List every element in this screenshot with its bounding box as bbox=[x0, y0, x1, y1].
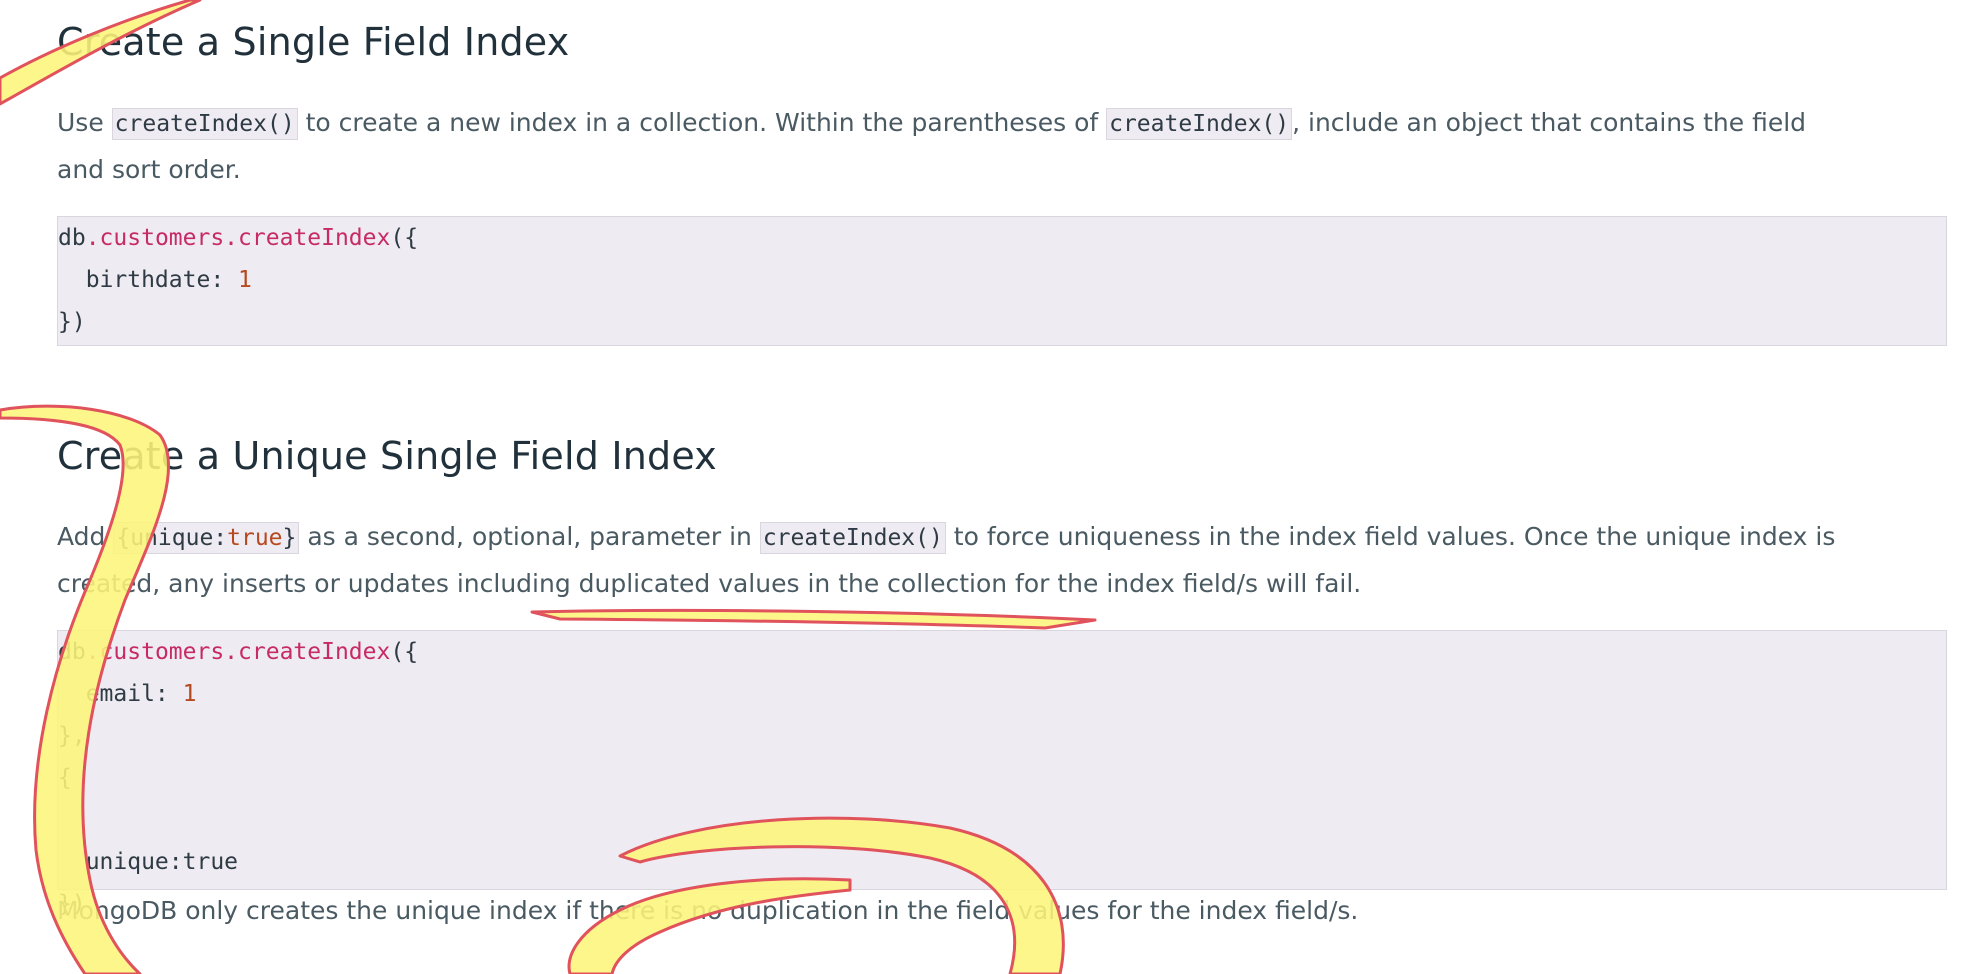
inline-code: {unique:true} bbox=[113, 522, 300, 554]
code-token: } bbox=[282, 525, 297, 551]
code-keyword-token: true bbox=[227, 525, 283, 551]
code-token: db bbox=[58, 639, 86, 665]
code-token: email: bbox=[58, 681, 183, 707]
code-line: birthdate: 1 bbox=[58, 259, 1946, 301]
code-token: {unique: bbox=[116, 525, 228, 551]
code-token: ({ bbox=[390, 639, 419, 665]
code-block-single-index[interactable]: db.customers.createIndex({ birthdate: 1}… bbox=[57, 216, 1947, 346]
code-line: db.customers.createIndex({ bbox=[58, 217, 1946, 259]
code-token: ({ bbox=[390, 225, 419, 251]
code-line: }) bbox=[58, 309, 86, 335]
code-method-token: .customers.createIndex bbox=[85, 639, 391, 665]
code-line: db.customers.createIndex({ bbox=[58, 631, 1946, 673]
paragraph-text: and sort order. bbox=[57, 155, 241, 184]
paragraph-text: Add bbox=[57, 522, 114, 551]
unique-index-note: MongoDB only creates the unique index if… bbox=[57, 896, 1359, 925]
code-number-token: 1 bbox=[182, 681, 197, 707]
paragraph-create-index: Use createIndex() to create a new index … bbox=[57, 100, 1806, 192]
inline-code: createIndex() bbox=[759, 522, 946, 554]
paragraph-text: , include an object that contains the fi… bbox=[1292, 108, 1807, 137]
code-line: }, bbox=[58, 723, 86, 749]
paragraph-unique-index: Add {unique:true} as a second, optional,… bbox=[57, 514, 1835, 606]
section-heading-unique-index: Create a Unique Single Field Index bbox=[57, 434, 717, 478]
paragraph-text: to force uniqueness in the index field v… bbox=[945, 522, 1836, 551]
paragraph-text: as a second, optional, parameter in bbox=[299, 522, 760, 551]
code-token: db bbox=[58, 225, 86, 251]
code-line: { bbox=[58, 765, 72, 791]
paragraph-text: to create a new index in a collection. W… bbox=[297, 108, 1107, 137]
section-heading-single-field-index: Create a Single Field Index bbox=[57, 20, 570, 64]
code-method-token: .customers.createIndex bbox=[85, 225, 391, 251]
inline-code: createIndex() bbox=[1106, 108, 1293, 140]
inline-code: createIndex() bbox=[111, 108, 298, 140]
paragraph-text: created, any inserts or updates includin… bbox=[57, 569, 1362, 598]
code-line: unique:true bbox=[58, 849, 239, 875]
code-line: email: 1 bbox=[58, 673, 1946, 715]
code-number-token: 1 bbox=[238, 267, 252, 293]
code-token: birthdate: bbox=[58, 267, 239, 293]
paragraph-text: Use bbox=[57, 108, 112, 137]
highlighter-stroke-underline bbox=[530, 608, 1097, 630]
code-block-unique-index[interactable]: db.customers.createIndex({ email: 1}, { u… bbox=[57, 630, 1947, 917]
